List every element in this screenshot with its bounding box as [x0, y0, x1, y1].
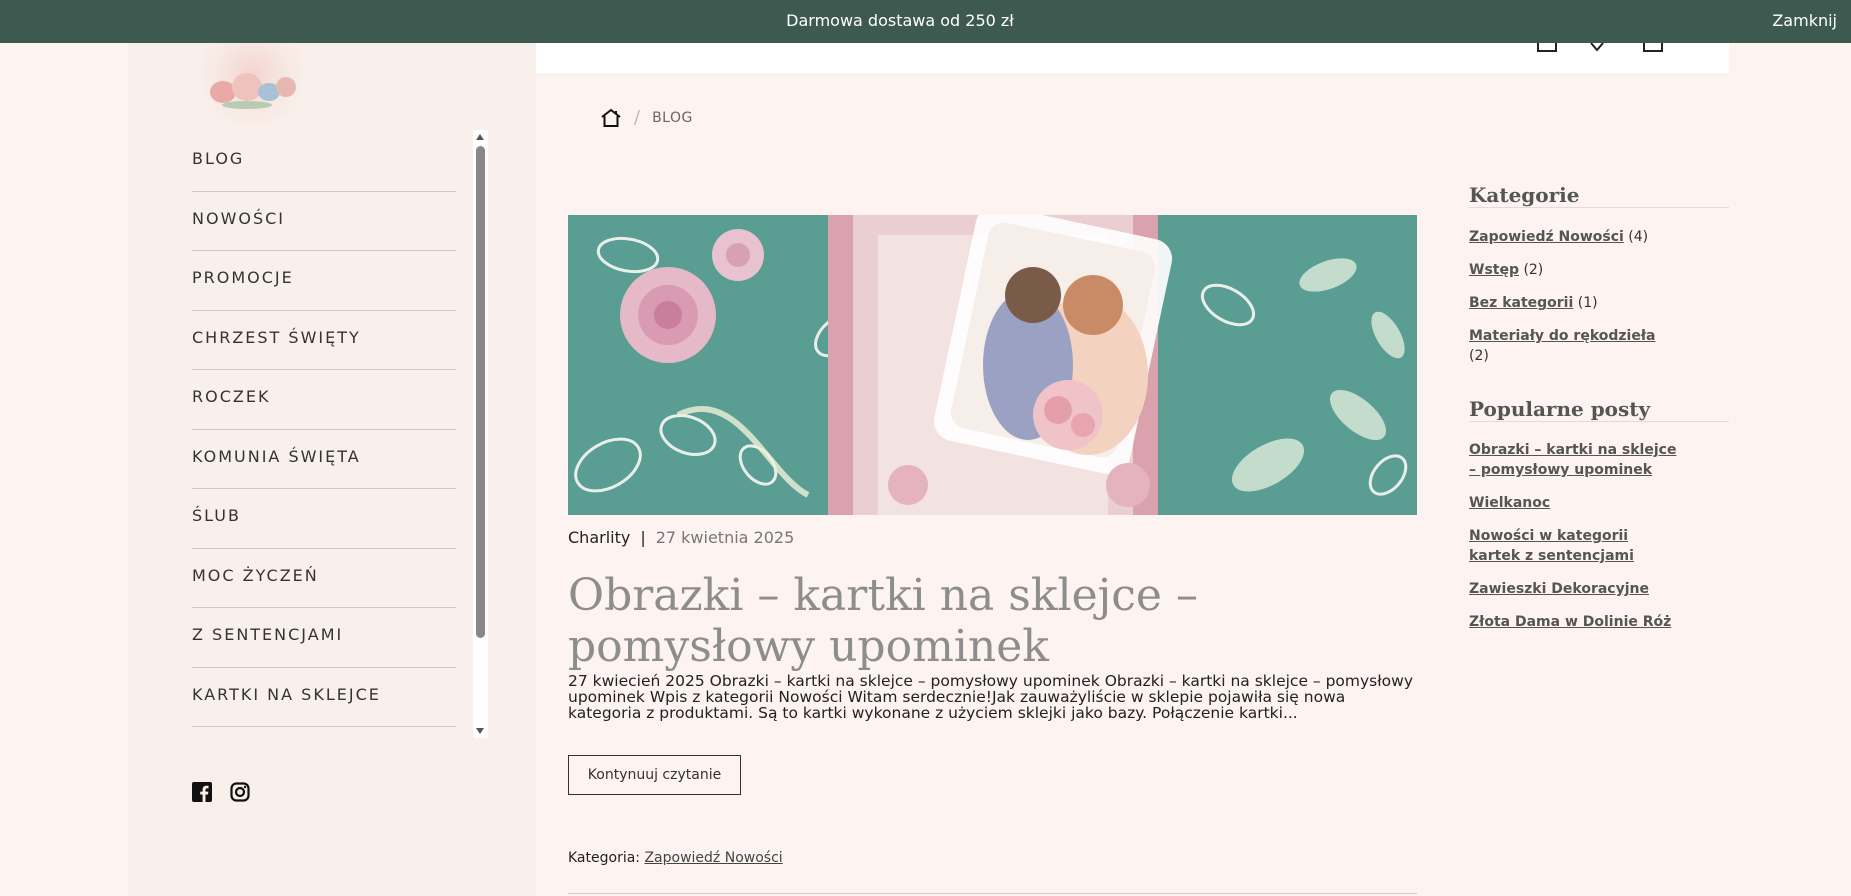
popular-post-link[interactable]: Nowości w kategorii kartek z sentencjami: [1469, 528, 1634, 564]
article-divider: [568, 893, 1417, 894]
list-item: Zawieszki Dekoracyjne: [1469, 579, 1679, 599]
list-item: Bez kategorii (1): [1469, 295, 1598, 311]
social-links: [192, 782, 250, 802]
categories-widget-title: Kategorie: [1469, 183, 1729, 208]
account-icon[interactable]: [1536, 43, 1558, 53]
post-excerpt: 27 kwiecień 2025 Obrazki – kartki na skl…: [568, 672, 1413, 722]
home-icon[interactable]: [600, 108, 622, 128]
popular-post-link[interactable]: Zawieszki Dekoracyjne: [1469, 581, 1649, 597]
nav-item-slub[interactable]: ŚLUB: [192, 489, 456, 549]
wishlist-icon[interactable]: [1586, 43, 1608, 53]
post-title[interactable]: Obrazki – kartki na sklejce – pomysłowy …: [568, 570, 1417, 672]
nav-item-kartki-na-sklejce[interactable]: KARTKI NA SKLEJCE: [192, 668, 456, 727]
nav-item-z-sentencjami[interactable]: Z SENTENCJAMI: [192, 608, 456, 668]
list-item: Obrazki – kartki na sklejce – pomysłowy …: [1469, 440, 1679, 480]
meta-separator: |: [640, 528, 646, 547]
left-sidebar: BLOG NOWOŚCI PROMOCJE CHRZEST ŚWIĘTY ROC…: [128, 0, 536, 896]
breadcrumb-separator: /: [634, 107, 641, 128]
category-link[interactable]: Zapowiedź Nowości: [644, 850, 782, 866]
promo-topbar: Darmowa dostawa od 250 zł Zamknij: [0, 0, 1851, 43]
nav-item-chrzest-swiety[interactable]: CHRZEST ŚWIĘTY: [192, 311, 456, 370]
scroll-up-arrow-icon[interactable]: [476, 134, 484, 140]
list-item: Wstęp (2): [1469, 262, 1544, 278]
nav-item-moc-zyczen[interactable]: MOC ŻYCZEŃ: [192, 549, 456, 608]
category-link-zapowiedz-nowosci[interactable]: Zapowiedź Nowości: [1469, 229, 1624, 245]
cart-icon[interactable]: [1642, 43, 1664, 53]
wedding-card-illustration: [568, 215, 1417, 515]
category-link-wstep[interactable]: Wstęp: [1469, 262, 1519, 278]
post-category: Kategoria: Zapowiedź Nowości: [568, 850, 783, 866]
continue-reading-button[interactable]: Kontynuuj czytanie: [568, 755, 741, 795]
scroll-thumb[interactable]: [476, 146, 485, 638]
list-item: Złota Dama w Dolinie Róż: [1469, 612, 1679, 632]
list-item: Wielkanoc: [1469, 493, 1679, 513]
post-date: 27 kwietnia 2025: [655, 528, 795, 547]
free-shipping-message: Darmowa dostawa od 250 zł: [786, 11, 1014, 30]
list-item: Materiały do rękodzieła (2): [1469, 328, 1656, 364]
popular-posts-list: Obrazki – kartki na sklejce – pomysłowy …: [1469, 440, 1679, 632]
nav-item-komunia-swieta[interactable]: KOMUNIA ŚWIĘTA: [192, 430, 456, 489]
nav-scrollbar[interactable]: [473, 130, 488, 738]
nav-item-roczek[interactable]: ROCZEK: [192, 370, 456, 430]
category-prefix: Kategoria:: [568, 850, 641, 866]
list-item: Nowości w kategorii kartek z sentencjami: [1469, 526, 1679, 566]
instagram-icon[interactable]: [230, 782, 250, 802]
scroll-down-arrow-icon[interactable]: [476, 728, 484, 734]
popular-post-link[interactable]: Wielkanoc: [1469, 495, 1550, 511]
facebook-icon[interactable]: [192, 782, 212, 802]
category-link-materialy[interactable]: Materiały do rękodzieła: [1469, 328, 1655, 344]
nav-item-blog[interactable]: BLOG: [192, 132, 456, 192]
category-nav: BLOG NOWOŚCI PROMOCJE CHRZEST ŚWIĘTY ROC…: [192, 132, 462, 736]
category-link-bez-kategorii[interactable]: Bez kategorii: [1469, 295, 1573, 311]
categories-list: Zapowiedź Nowości (4) Wstęp (2) Bez kate…: [1469, 227, 1679, 366]
post-meta: Charlity | 27 kwietnia 2025: [568, 528, 794, 547]
breadcrumb-current: BLOG: [652, 109, 693, 126]
close-topbar-button[interactable]: Zamknij: [1772, 11, 1837, 30]
popular-post-link[interactable]: Złota Dama w Dolinie Róż: [1469, 614, 1671, 630]
breadcrumb: / BLOG: [600, 107, 693, 128]
nav-item-nowosci[interactable]: NOWOŚCI: [192, 192, 456, 251]
nav-item-promocje[interactable]: PROMOCJE: [192, 251, 456, 311]
popular-posts-widget-title: Popularne posty: [1469, 397, 1729, 422]
post-author: Charlity: [568, 528, 631, 547]
post-featured-image[interactable]: [568, 215, 1417, 515]
list-item: Zapowiedź Nowości (4): [1469, 229, 1649, 245]
popular-post-link[interactable]: Obrazki – kartki na sklejce – pomysłowy …: [1469, 442, 1676, 478]
site-header-strip: [536, 43, 1729, 75]
shop-logo[interactable]: [192, 43, 312, 123]
